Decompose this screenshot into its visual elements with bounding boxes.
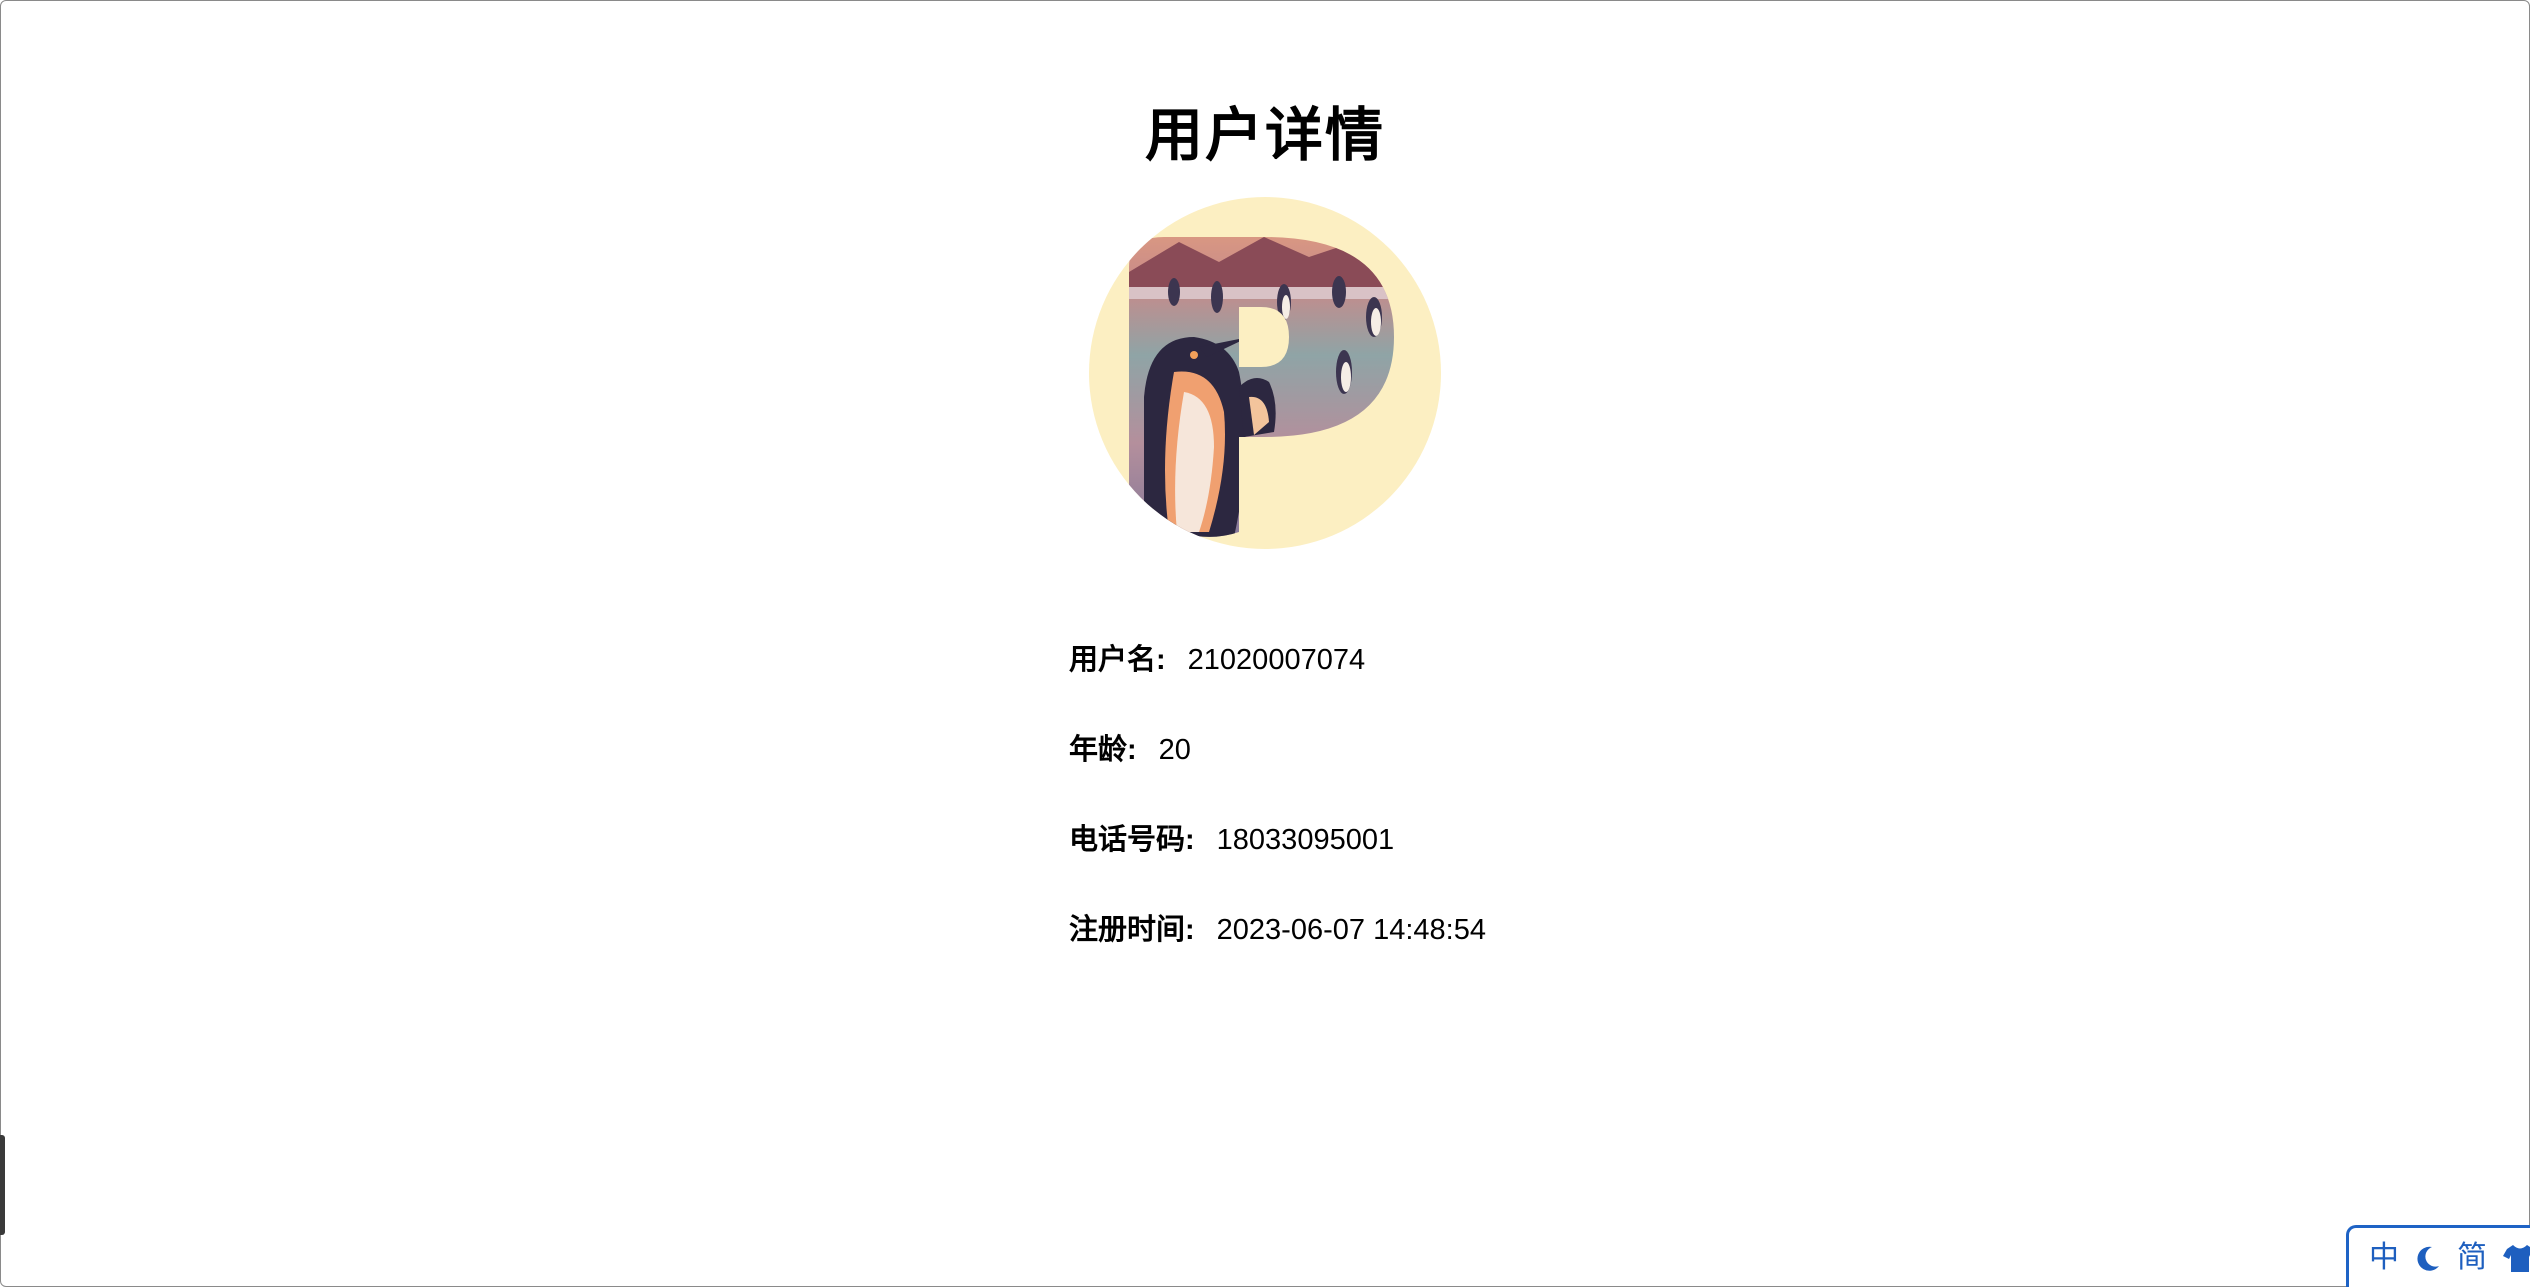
age-label: 年龄: bbox=[1069, 734, 1137, 766]
age-row: 年龄: 20 bbox=[1069, 730, 1486, 820]
phone-label: 电话号码: bbox=[1069, 824, 1195, 856]
ime-charset-toggle[interactable]: 简 bbox=[2457, 1242, 2487, 1273]
age-value: 20 bbox=[1158, 734, 1191, 766]
shirt-icon[interactable] bbox=[2503, 1243, 2530, 1273]
username-label: 用户名: bbox=[1069, 644, 1166, 676]
ime-toolbar[interactable]: 中 简 bbox=[2346, 1225, 2530, 1287]
register-time-row: 注册时间: 2023-06-07 14:48:54 bbox=[1069, 910, 1486, 1000]
page-title: 用户详情 bbox=[1144, 103, 1385, 168]
phone-row: 电话号码: 18033095001 bbox=[1069, 820, 1486, 910]
username-row: 用户名: 21020007074 bbox=[1069, 640, 1486, 730]
penguin-letter-p-avatar-icon bbox=[1129, 237, 1394, 537]
moon-icon[interactable] bbox=[2415, 1244, 2441, 1272]
register-time-label: 注册时间: bbox=[1069, 914, 1195, 946]
username-value: 21020007074 bbox=[1187, 644, 1366, 676]
register-time-value: 2023-06-07 14:48:54 bbox=[1216, 914, 1486, 946]
window-edge-handle[interactable] bbox=[0, 1135, 5, 1235]
user-info-list: 用户名: 21020007074 年龄: 20 电话号码: 18033095001 注… bbox=[1069, 640, 1486, 1000]
ime-language-toggle[interactable]: 中 bbox=[2369, 1242, 2399, 1273]
avatar bbox=[1089, 197, 1441, 549]
phone-value: 18033095001 bbox=[1216, 824, 1395, 856]
